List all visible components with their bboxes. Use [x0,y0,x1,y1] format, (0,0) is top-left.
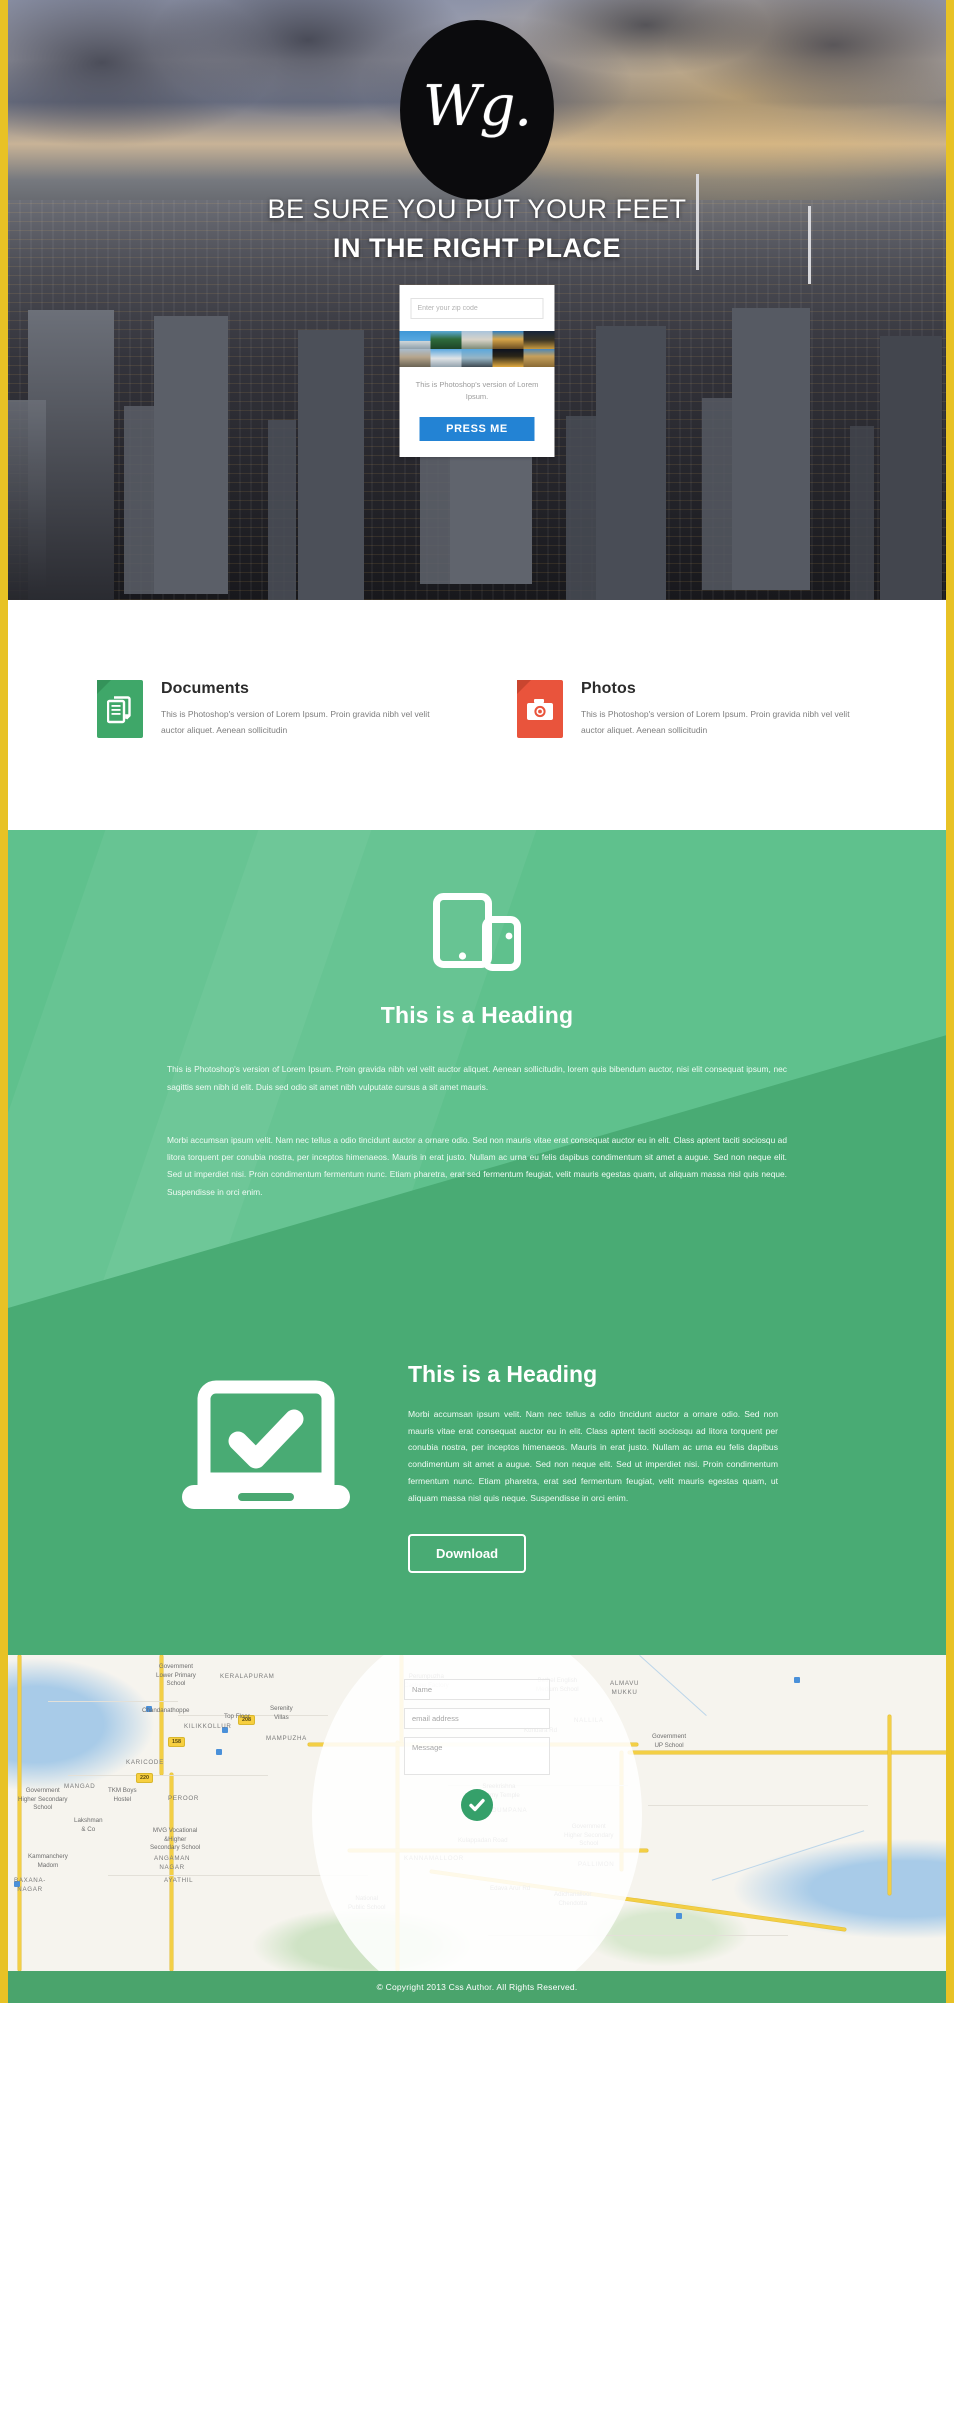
map-label: Kammanchery Madom [28,1853,68,1869]
thumbnail-image [461,349,493,367]
contact-email-input[interactable] [404,1708,550,1730]
contact-submit-button[interactable] [461,1789,493,1822]
green-panel-two-text: This is a Heading Morbi accumsan ipsum v… [408,1361,778,1574]
features-section: Documents This is Photoshop's version of… [8,600,946,831]
route-shield: 220 [136,1773,153,1784]
map-label: MVG Vocational &Higher Secondary School [150,1827,201,1851]
route-shield: 158 [168,1737,185,1748]
map-poi-marker [216,1749,222,1756]
map-label: Lakshman & Co [74,1817,103,1833]
feature-title: Documents [161,680,250,697]
green-panel-one-paragraph-1: This is Photoshop's version of Lorem Ips… [167,1064,787,1092]
site-footer: © Copyright 2013 Css Author. All Rights … [8,1971,946,2004]
thumbnail-image [523,331,555,349]
map-label: BAXANA- NAGAR [14,1877,47,1893]
thumbnail-image [430,331,462,349]
thumbnail-image [492,349,524,367]
feature-documents: Documents This is Photoshop's version of… [97,680,437,738]
laptop-checkmark-icon [176,1361,356,1532]
map-poi-marker [676,1913,682,1920]
feature-text-block: Photos This is Photoshop's version of Lo… [581,680,857,738]
map-label: Chandanathoppe [142,1707,190,1715]
map-label: AYATHIL [164,1877,194,1885]
tablet-and-phone-icon [8,892,946,974]
map-minor-road [48,1701,178,1703]
feature-description: This is Photoshop's version of Lorem Ips… [581,709,850,735]
map-road [888,1715,891,1896]
green-panel-two: This is a Heading Morbi accumsan ipsum v… [8,1361,946,1656]
thumbnail-image [430,349,462,367]
map-label: ALMAVU MUKKU [610,1680,640,1696]
brand-monogram-icon: Wg. [422,74,532,139]
feature-text-block: Documents This is Photoshop's version of… [161,680,437,738]
map-stream [639,1655,707,1717]
green-content-section: This is a Heading This is Photoshop's ve… [8,830,946,1656]
download-button[interactable]: Download [408,1534,527,1574]
green-panel-two-paragraph: Morbi accumsan ipsum velit. Nam nec tell… [408,1408,778,1503]
contact-form [404,1679,550,1822]
check-circle-icon [469,1799,485,1812]
thumbnail-image [399,349,431,367]
map-label: GovernmentHigher SecondarySchool [18,1787,68,1811]
contact-message-textarea[interactable] [404,1737,550,1776]
hero-section: Wg. BE SURE YOU PUT YOUR FEET IN THE RIG… [8,0,946,600]
destination-thumbnail-strip [399,331,555,367]
map-road [628,1751,946,1755]
thumbnail-image [399,331,431,349]
map-label: Serenity Villas [270,1705,293,1721]
hero-headline: BE SURE YOU PUT YOUR FEET IN THE RIGHT P… [8,190,946,268]
green-panel-one-paragraph-2: Morbi accumsan ipsum velit. Nam nec tell… [167,1134,787,1197]
landing-page: Wg. BE SURE YOU PUT YOUR FEET IN THE RIG… [8,0,946,2004]
map-label: Government UP School [652,1733,687,1749]
map-label: Government Lower Primary School [156,1663,196,1687]
copyright-text: © Copyright 2013 Css Author. All Rights … [376,1982,578,1993]
map-label: KARICODE [126,1759,164,1767]
map-label: TKM Boys Hostel [108,1787,137,1803]
document-file-icon [97,680,143,738]
zip-code-input[interactable] [410,298,544,319]
feature-photos: Photos This is Photoshop's version of Lo… [517,680,857,738]
map-minor-road [648,1805,868,1807]
hero-headline-line2: IN THE RIGHT PLACE [332,233,621,264]
thumbnail-image [461,331,493,349]
map-label: ANGAMAN NAGAR [154,1855,191,1871]
press-me-button[interactable]: PRESS ME [419,417,535,441]
map-label: MANGAD [64,1783,96,1791]
map-label: KILIKKOLLUR [184,1723,232,1731]
map-contact-section[interactable]: 208 220 158 Government Lower Primary Schoo… [8,1655,946,1972]
signup-note: This is Photoshop's version of Lorem Ips… [415,380,539,401]
brand-logo[interactable]: Wg. [400,20,554,200]
green-panel-two-heading: This is a Heading [408,1360,598,1387]
thumbnail-image [523,349,555,367]
contact-name-input[interactable] [404,1679,550,1701]
map-poi-marker [794,1677,800,1684]
green-panel-one: This is a Heading This is Photoshop's ve… [8,892,946,1200]
map-label: Top Floor [224,1713,250,1721]
signup-card: This is Photoshop's version of Lorem Ips… [399,285,555,457]
feature-title: Photos [581,680,636,697]
map-road [18,1655,21,1972]
map-label: MAMPUZHA [266,1735,308,1743]
photo-camera-file-icon [517,680,563,738]
green-panel-one-heading: This is a Heading [380,1002,574,1029]
map-label: KERALAPURAM [220,1673,275,1681]
map-minor-road [68,1775,268,1777]
hero-headline-line1: BE SURE YOU PUT YOUR FEET [267,194,687,224]
feature-description: This is Photoshop's version of Lorem Ips… [161,709,430,735]
map-stream [711,1830,865,1881]
map-label: PEROOR [168,1795,200,1803]
thumbnail-image [492,331,524,349]
